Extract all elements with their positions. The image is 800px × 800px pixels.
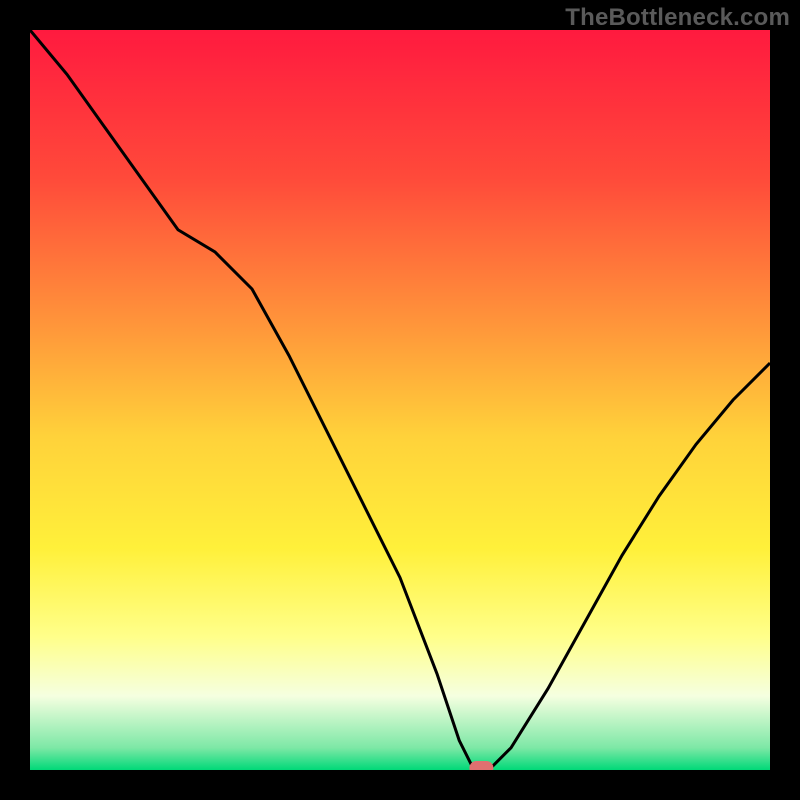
chart-svg <box>30 30 770 770</box>
chart-frame: TheBottleneck.com <box>0 0 800 800</box>
watermark-text: TheBottleneck.com <box>565 4 790 32</box>
optimal-marker <box>469 761 493 770</box>
plot-area <box>30 30 770 770</box>
gradient-background <box>30 30 770 770</box>
